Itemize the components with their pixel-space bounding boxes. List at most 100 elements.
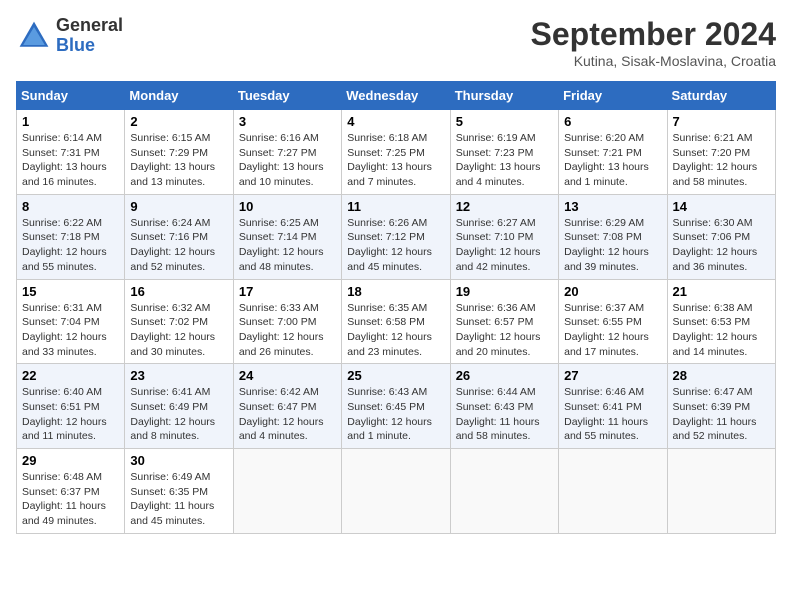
- location-subtitle: Kutina, Sisak-Moslavina, Croatia: [531, 53, 776, 69]
- calendar-cell: 10 Sunrise: 6:25 AMSunset: 7:14 PMDaylig…: [233, 194, 341, 279]
- day-info: Sunrise: 6:36 AMSunset: 6:57 PMDaylight:…: [456, 302, 541, 358]
- calendar-cell: 5 Sunrise: 6:19 AMSunset: 7:23 PMDayligh…: [450, 110, 558, 195]
- calendar-cell: 11 Sunrise: 6:26 AMSunset: 7:12 PMDaylig…: [342, 194, 450, 279]
- day-number: 30: [130, 453, 227, 468]
- title-block: September 2024 Kutina, Sisak-Moslavina, …: [531, 16, 776, 69]
- calendar-cell: 19 Sunrise: 6:36 AMSunset: 6:57 PMDaylig…: [450, 279, 558, 364]
- calendar-cell: 24 Sunrise: 6:42 AMSunset: 6:47 PMDaylig…: [233, 364, 341, 449]
- calendar-cell: 6 Sunrise: 6:20 AMSunset: 7:21 PMDayligh…: [559, 110, 667, 195]
- col-thursday: Thursday: [450, 82, 558, 110]
- calendar-cell: 28 Sunrise: 6:47 AMSunset: 6:39 PMDaylig…: [667, 364, 775, 449]
- day-info: Sunrise: 6:18 AMSunset: 7:25 PMDaylight:…: [347, 132, 432, 188]
- calendar-cell: 26 Sunrise: 6:44 AMSunset: 6:43 PMDaylig…: [450, 364, 558, 449]
- calendar-cell: 12 Sunrise: 6:27 AMSunset: 7:10 PMDaylig…: [450, 194, 558, 279]
- day-info: Sunrise: 6:22 AMSunset: 7:18 PMDaylight:…: [22, 217, 107, 273]
- calendar-cell: 23 Sunrise: 6:41 AMSunset: 6:49 PMDaylig…: [125, 364, 233, 449]
- day-info: Sunrise: 6:29 AMSunset: 7:08 PMDaylight:…: [564, 217, 649, 273]
- day-number: 5: [456, 114, 553, 129]
- day-number: 18: [347, 284, 444, 299]
- calendar-cell: [667, 449, 775, 534]
- day-info: Sunrise: 6:37 AMSunset: 6:55 PMDaylight:…: [564, 302, 649, 358]
- day-info: Sunrise: 6:20 AMSunset: 7:21 PMDaylight:…: [564, 132, 649, 188]
- day-info: Sunrise: 6:19 AMSunset: 7:23 PMDaylight:…: [456, 132, 541, 188]
- day-number: 8: [22, 199, 119, 214]
- day-number: 3: [239, 114, 336, 129]
- calendar-table: Sunday Monday Tuesday Wednesday Thursday…: [16, 81, 776, 534]
- day-info: Sunrise: 6:49 AMSunset: 6:35 PMDaylight:…: [130, 471, 214, 527]
- calendar-cell: 22 Sunrise: 6:40 AMSunset: 6:51 PMDaylig…: [17, 364, 125, 449]
- calendar-header-row: Sunday Monday Tuesday Wednesday Thursday…: [17, 82, 776, 110]
- calendar-cell: 25 Sunrise: 6:43 AMSunset: 6:45 PMDaylig…: [342, 364, 450, 449]
- day-info: Sunrise: 6:21 AMSunset: 7:20 PMDaylight:…: [673, 132, 758, 188]
- day-number: 10: [239, 199, 336, 214]
- calendar-cell: [233, 449, 341, 534]
- day-number: 27: [564, 368, 661, 383]
- day-info: Sunrise: 6:38 AMSunset: 6:53 PMDaylight:…: [673, 302, 758, 358]
- logo: General Blue: [16, 16, 123, 56]
- page-header: General Blue September 2024 Kutina, Sisa…: [16, 16, 776, 69]
- calendar-cell: 2 Sunrise: 6:15 AMSunset: 7:29 PMDayligh…: [125, 110, 233, 195]
- month-title: September 2024: [531, 16, 776, 53]
- day-number: 19: [456, 284, 553, 299]
- day-number: 4: [347, 114, 444, 129]
- day-number: 26: [456, 368, 553, 383]
- day-number: 14: [673, 199, 770, 214]
- calendar-cell: 4 Sunrise: 6:18 AMSunset: 7:25 PMDayligh…: [342, 110, 450, 195]
- day-info: Sunrise: 6:25 AMSunset: 7:14 PMDaylight:…: [239, 217, 324, 273]
- calendar-cell: [342, 449, 450, 534]
- calendar-cell: [559, 449, 667, 534]
- day-info: Sunrise: 6:24 AMSunset: 7:16 PMDaylight:…: [130, 217, 215, 273]
- calendar-week-row: 1 Sunrise: 6:14 AMSunset: 7:31 PMDayligh…: [17, 110, 776, 195]
- col-saturday: Saturday: [667, 82, 775, 110]
- calendar-cell: 13 Sunrise: 6:29 AMSunset: 7:08 PMDaylig…: [559, 194, 667, 279]
- day-number: 9: [130, 199, 227, 214]
- day-number: 12: [456, 199, 553, 214]
- day-number: 22: [22, 368, 119, 383]
- calendar-cell: 7 Sunrise: 6:21 AMSunset: 7:20 PMDayligh…: [667, 110, 775, 195]
- day-info: Sunrise: 6:46 AMSunset: 6:41 PMDaylight:…: [564, 386, 648, 442]
- day-number: 7: [673, 114, 770, 129]
- day-number: 2: [130, 114, 227, 129]
- day-number: 25: [347, 368, 444, 383]
- day-info: Sunrise: 6:44 AMSunset: 6:43 PMDaylight:…: [456, 386, 540, 442]
- calendar-cell: 15 Sunrise: 6:31 AMSunset: 7:04 PMDaylig…: [17, 279, 125, 364]
- day-info: Sunrise: 6:43 AMSunset: 6:45 PMDaylight:…: [347, 386, 432, 442]
- day-info: Sunrise: 6:30 AMSunset: 7:06 PMDaylight:…: [673, 217, 758, 273]
- calendar-cell: 14 Sunrise: 6:30 AMSunset: 7:06 PMDaylig…: [667, 194, 775, 279]
- calendar-week-row: 22 Sunrise: 6:40 AMSunset: 6:51 PMDaylig…: [17, 364, 776, 449]
- calendar-cell: 8 Sunrise: 6:22 AMSunset: 7:18 PMDayligh…: [17, 194, 125, 279]
- day-info: Sunrise: 6:27 AMSunset: 7:10 PMDaylight:…: [456, 217, 541, 273]
- day-info: Sunrise: 6:31 AMSunset: 7:04 PMDaylight:…: [22, 302, 107, 358]
- day-number: 13: [564, 199, 661, 214]
- logo-text: General Blue: [56, 16, 123, 56]
- day-info: Sunrise: 6:42 AMSunset: 6:47 PMDaylight:…: [239, 386, 324, 442]
- calendar-week-row: 8 Sunrise: 6:22 AMSunset: 7:18 PMDayligh…: [17, 194, 776, 279]
- day-number: 16: [130, 284, 227, 299]
- col-sunday: Sunday: [17, 82, 125, 110]
- calendar-cell: 9 Sunrise: 6:24 AMSunset: 7:16 PMDayligh…: [125, 194, 233, 279]
- day-number: 15: [22, 284, 119, 299]
- calendar-week-row: 29 Sunrise: 6:48 AMSunset: 6:37 PMDaylig…: [17, 449, 776, 534]
- day-number: 21: [673, 284, 770, 299]
- day-number: 6: [564, 114, 661, 129]
- day-number: 11: [347, 199, 444, 214]
- day-info: Sunrise: 6:15 AMSunset: 7:29 PMDaylight:…: [130, 132, 215, 188]
- day-number: 1: [22, 114, 119, 129]
- calendar-cell: 17 Sunrise: 6:33 AMSunset: 7:00 PMDaylig…: [233, 279, 341, 364]
- day-info: Sunrise: 6:47 AMSunset: 6:39 PMDaylight:…: [673, 386, 757, 442]
- day-info: Sunrise: 6:16 AMSunset: 7:27 PMDaylight:…: [239, 132, 324, 188]
- day-info: Sunrise: 6:26 AMSunset: 7:12 PMDaylight:…: [347, 217, 432, 273]
- calendar-week-row: 15 Sunrise: 6:31 AMSunset: 7:04 PMDaylig…: [17, 279, 776, 364]
- day-info: Sunrise: 6:41 AMSunset: 6:49 PMDaylight:…: [130, 386, 215, 442]
- day-info: Sunrise: 6:33 AMSunset: 7:00 PMDaylight:…: [239, 302, 324, 358]
- calendar-cell: 3 Sunrise: 6:16 AMSunset: 7:27 PMDayligh…: [233, 110, 341, 195]
- day-info: Sunrise: 6:40 AMSunset: 6:51 PMDaylight:…: [22, 386, 107, 442]
- day-info: Sunrise: 6:48 AMSunset: 6:37 PMDaylight:…: [22, 471, 106, 527]
- calendar-cell: [450, 449, 558, 534]
- calendar-cell: 29 Sunrise: 6:48 AMSunset: 6:37 PMDaylig…: [17, 449, 125, 534]
- calendar-cell: 18 Sunrise: 6:35 AMSunset: 6:58 PMDaylig…: [342, 279, 450, 364]
- calendar-cell: 21 Sunrise: 6:38 AMSunset: 6:53 PMDaylig…: [667, 279, 775, 364]
- day-info: Sunrise: 6:14 AMSunset: 7:31 PMDaylight:…: [22, 132, 107, 188]
- col-friday: Friday: [559, 82, 667, 110]
- day-number: 28: [673, 368, 770, 383]
